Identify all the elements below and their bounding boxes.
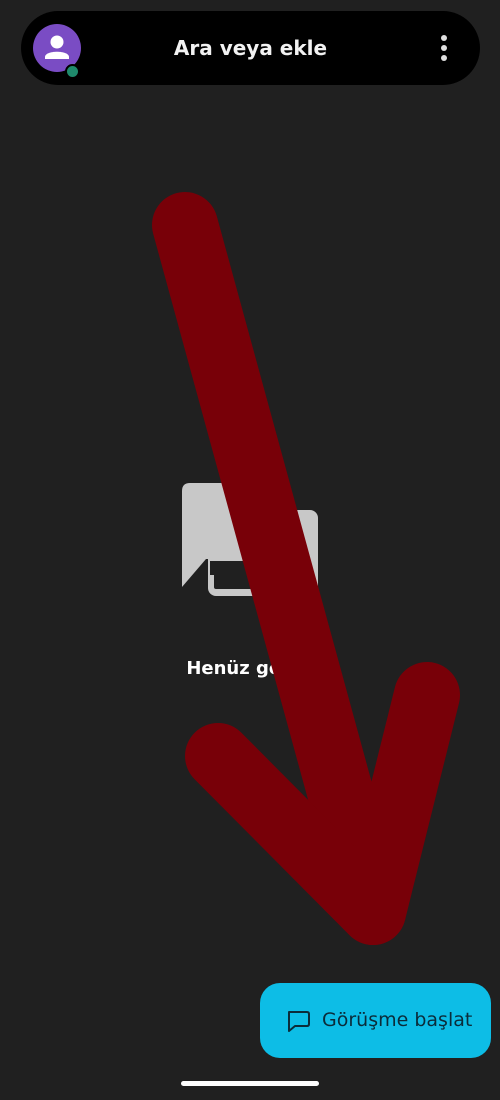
chat-bubble-outline-icon [284, 1007, 312, 1035]
arrow-down-right-icon [152, 192, 460, 945]
start-chat-label: Görüşme başlat [322, 1009, 473, 1031]
start-chat-button[interactable]: Görüşme başlat [260, 983, 491, 1058]
home-indicator[interactable] [181, 1081, 319, 1086]
